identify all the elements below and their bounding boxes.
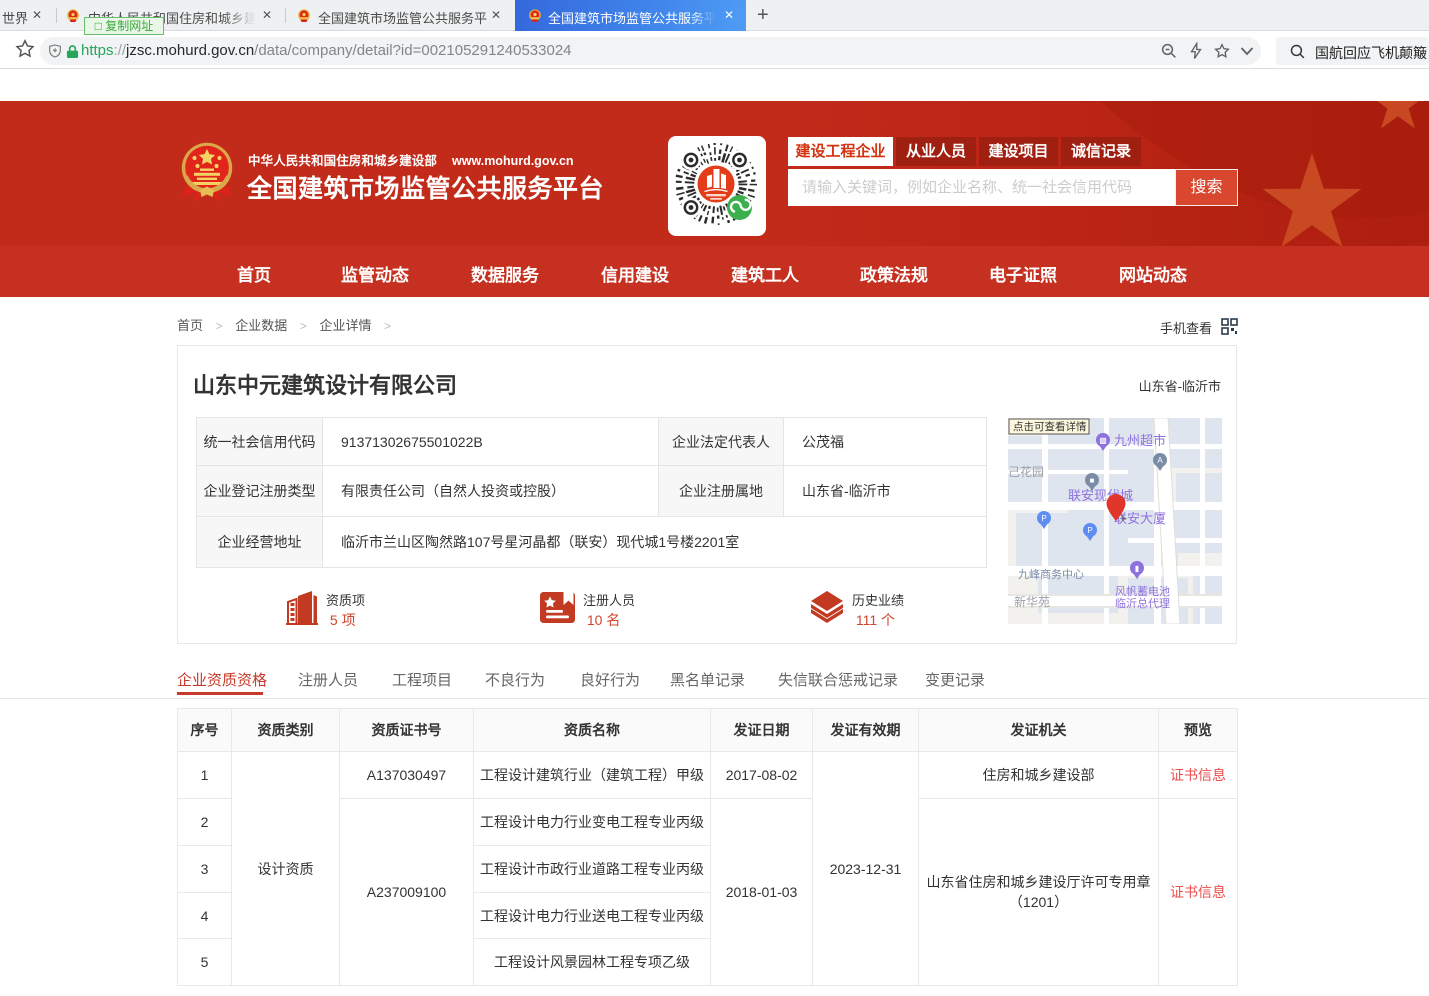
svg-text:P: P bbox=[1041, 514, 1046, 523]
svg-text:九峰商务中心: 九峰商务中心 bbox=[1018, 567, 1084, 581]
svg-text:风帆蓄电池: 风帆蓄电池 bbox=[1115, 584, 1170, 598]
svg-text:临沂总代理: 临沂总代理 bbox=[1115, 596, 1170, 610]
svg-text:A: A bbox=[1157, 456, 1163, 465]
svg-text:■: ■ bbox=[1090, 476, 1095, 485]
svg-text:九州超市: 九州超市 bbox=[1114, 433, 1166, 448]
svg-text:▮: ▮ bbox=[1135, 564, 1139, 573]
svg-text:P: P bbox=[1087, 526, 1092, 535]
svg-text:▩: ▩ bbox=[1099, 436, 1107, 445]
svg-text:己花园: 己花园 bbox=[1008, 464, 1044, 479]
svg-text:新华苑: 新华苑 bbox=[1014, 594, 1050, 609]
svg-text:点击可查看详情: 点击可查看详情 bbox=[1013, 420, 1087, 433]
